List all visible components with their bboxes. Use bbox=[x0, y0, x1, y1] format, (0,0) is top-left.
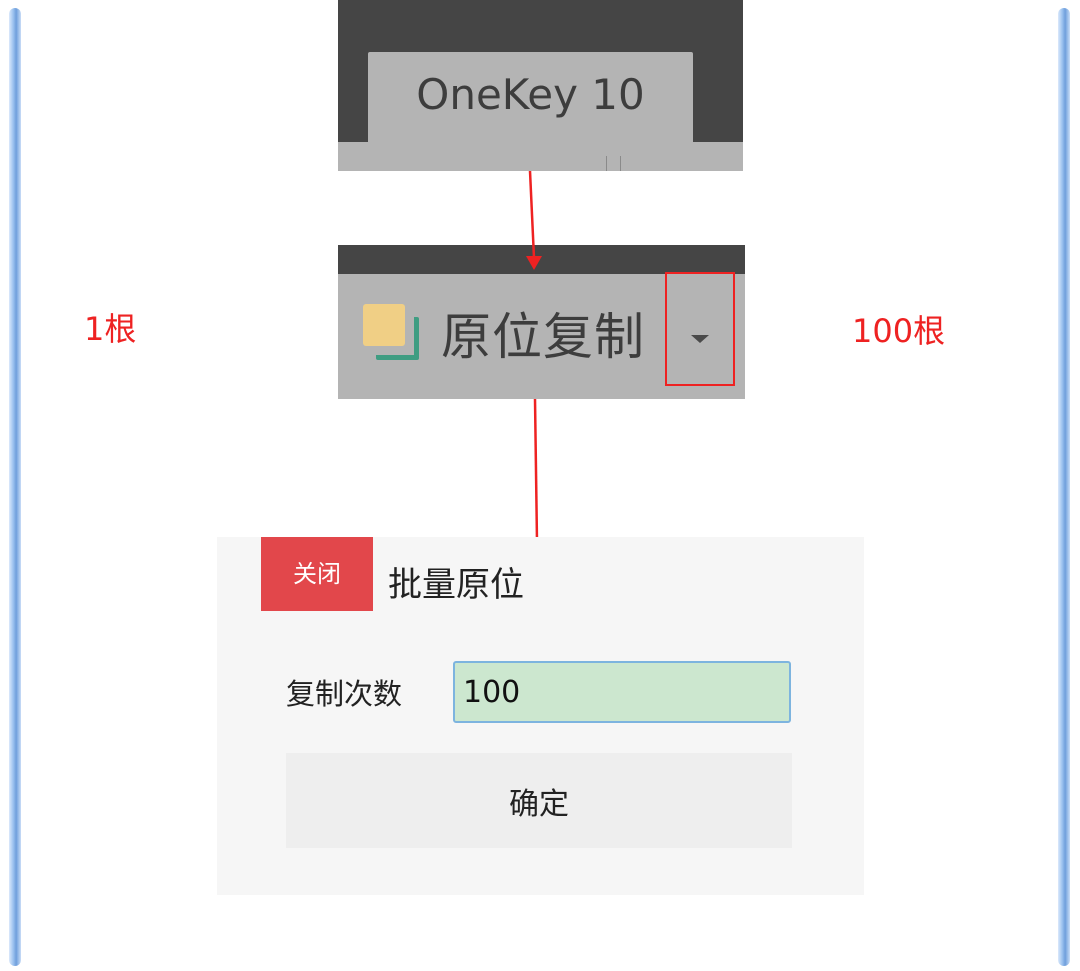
ribbon-tab-screenshot: OneKey 10 bbox=[338, 0, 743, 171]
copy-dropdown-button[interactable] bbox=[665, 272, 735, 386]
rod-right bbox=[1058, 8, 1070, 966]
batch-copy-dialog: 关闭 批量原位 复制次数 确定 bbox=[217, 537, 864, 895]
tab-onekey[interactable]: OneKey 10 bbox=[368, 52, 693, 152]
dialog-title: 批量原位 bbox=[388, 565, 524, 605]
left-count-label: 1根 bbox=[84, 310, 137, 348]
copy-in-place-button[interactable]: 原位复制 bbox=[441, 307, 645, 367]
ribbon-button-screenshot: 原位复制 bbox=[338, 245, 745, 399]
rod-left bbox=[9, 8, 21, 966]
copy-count-input[interactable] bbox=[453, 661, 791, 723]
ribbon-strip bbox=[338, 142, 743, 171]
close-button[interactable]: 关闭 bbox=[261, 537, 373, 611]
ribbon-divider bbox=[620, 156, 621, 171]
ribbon-divider bbox=[606, 156, 607, 171]
copy-front-shape bbox=[363, 304, 405, 346]
confirm-button[interactable]: 确定 bbox=[286, 753, 792, 848]
copy-count-label: 复制次数 bbox=[286, 677, 403, 711]
caret-down-icon bbox=[691, 335, 709, 343]
right-count-label: 100根 bbox=[852, 312, 946, 350]
copy-in-place-icon bbox=[363, 304, 423, 364]
arrow-button-to-dialog bbox=[533, 398, 539, 543]
tutorial-canvas: 1根 100根 OneKey 10 原位复制 关闭 批量原位 复制次数 确定 bbox=[0, 0, 1080, 971]
tab-onekey-label: OneKey 10 bbox=[416, 70, 645, 119]
ribbon-top-band bbox=[338, 245, 745, 274]
